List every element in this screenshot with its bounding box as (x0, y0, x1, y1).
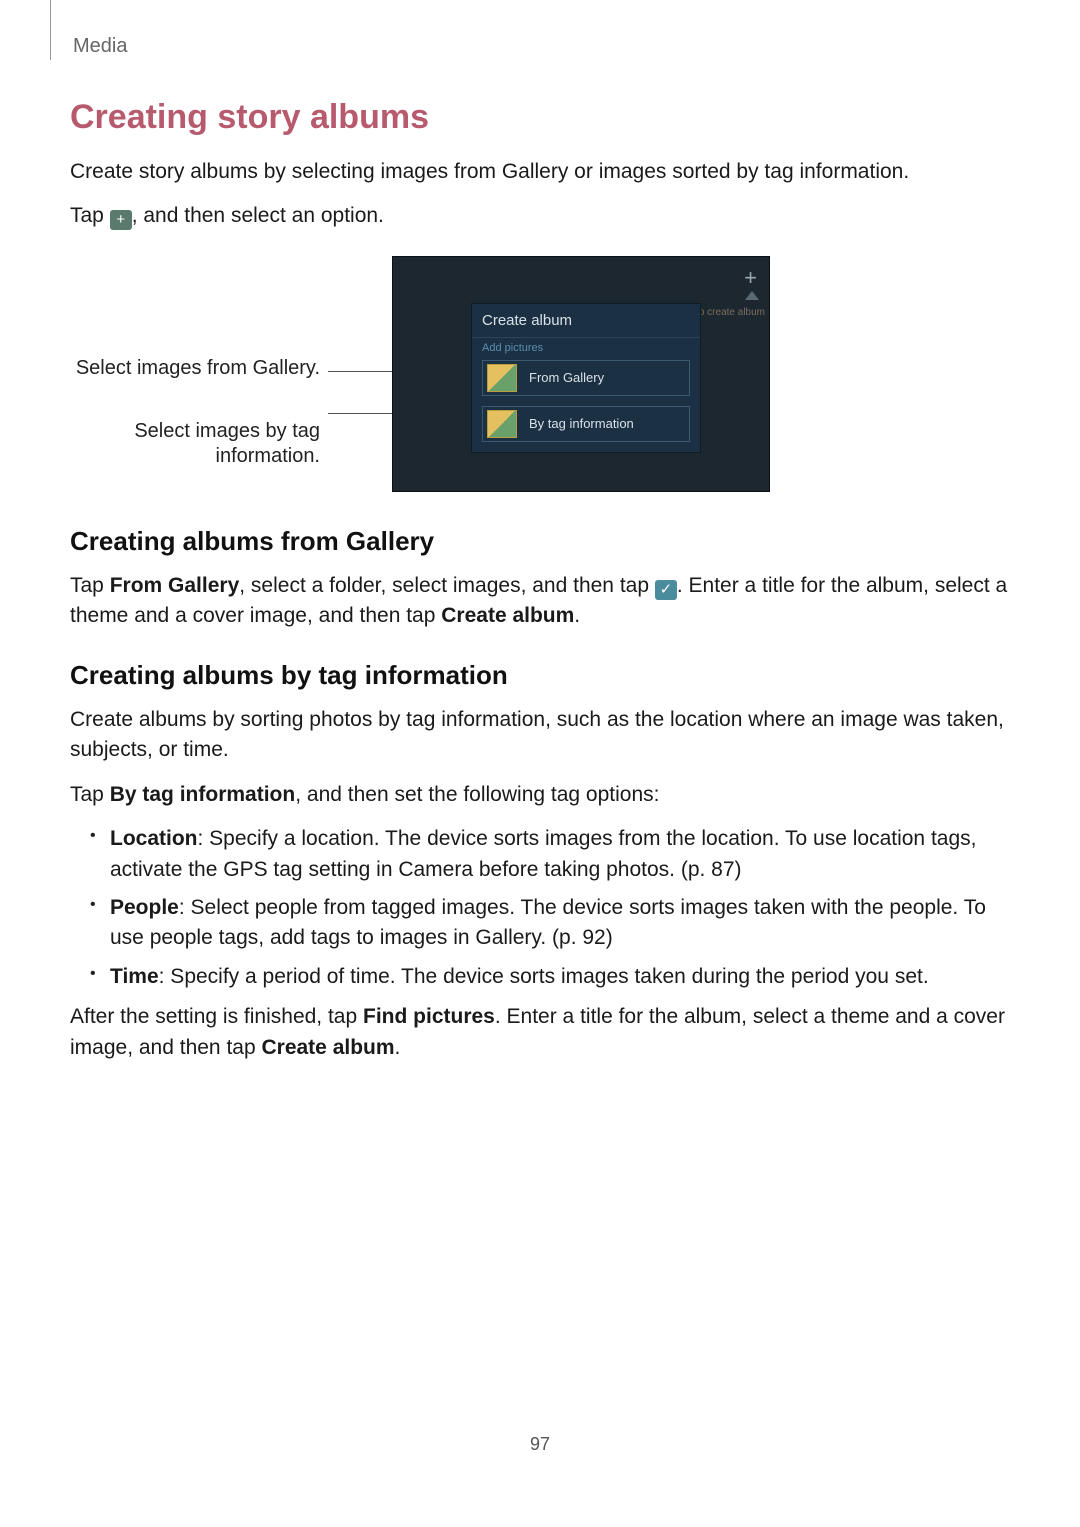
margin-rule (50, 0, 51, 60)
tag-after-paragraph: After the setting is finished, tap Find … (70, 1002, 1010, 1063)
check-icon: ✓ (655, 580, 677, 600)
create-album-bold: Create album (441, 604, 574, 627)
option-by-tag[interactable]: By tag information (482, 406, 690, 442)
figure-callouts: Select images from Gallery. Select image… (70, 256, 320, 469)
tap-pre: Tap (70, 204, 110, 227)
mock-arrow-icon (745, 291, 759, 300)
intro-paragraph: Create story albums by selecting images … (70, 157, 1010, 187)
list-item: Location: Specify a location. The device… (110, 824, 1010, 885)
gallery-thumb-icon (487, 364, 517, 392)
t: . (395, 1036, 401, 1059)
page-number: 97 (0, 1434, 1080, 1455)
create-album-dialog: Create album Add pictures From Gallery B… (471, 303, 701, 453)
tag-paragraph-2: Tap By tag information, and then set the… (70, 780, 1010, 810)
by-tag-bold: By tag information (110, 783, 296, 806)
t: . (574, 604, 580, 627)
option-gallery-label: From Gallery (529, 370, 604, 385)
gallery-paragraph: Tap From Gallery, select a folder, selec… (70, 571, 1010, 632)
item-bold: Location (110, 827, 198, 850)
list-item: Time: Specify a period of time. The devi… (110, 962, 1010, 992)
create-album-bold: Create album (261, 1036, 394, 1059)
tap-post: , and then select an option. (132, 204, 384, 227)
t: After the setting is finished, tap (70, 1005, 363, 1028)
section-header: Media (73, 35, 1010, 58)
item-text: : Specify a period of time. The device s… (159, 965, 929, 988)
t: Tap (70, 574, 110, 597)
plus-icon: + (110, 210, 132, 230)
leader-line-1 (328, 371, 402, 372)
heading-gallery: Creating albums from Gallery (70, 526, 1010, 557)
t: , and then set the following tag options… (295, 783, 659, 806)
item-bold: People (110, 896, 179, 919)
dialog-title: Create album (472, 304, 700, 338)
item-text: : Specify a location. The device sorts i… (110, 827, 976, 880)
option-from-gallery[interactable]: From Gallery (482, 360, 690, 396)
item-text: : Select people from tagged images. The … (110, 896, 986, 949)
option-tag-label: By tag information (529, 416, 634, 431)
tap-instruction: Tap +, and then select an option. (70, 201, 1010, 231)
tag-options-list: Location: Specify a location. The device… (70, 824, 1010, 992)
leader-line-2 (328, 413, 402, 414)
screenshot-mock: + o create album Create album Add pictur… (392, 256, 770, 492)
t: Tap (70, 783, 110, 806)
page-title: Creating story albums (70, 98, 1010, 137)
heading-tag: Creating albums by tag information (70, 660, 1010, 691)
callout-gallery: Select images from Gallery. (70, 356, 320, 381)
callout-tag: Select images by tag information. (70, 419, 320, 469)
dialog-subtitle: Add pictures (472, 338, 700, 360)
mock-plus-icon: + (744, 265, 757, 291)
t: , select a folder, select images, and th… (239, 574, 655, 597)
item-bold: Time (110, 965, 159, 988)
list-item: People: Select people from tagged images… (110, 893, 1010, 954)
mock-hint-text: o create album (699, 307, 765, 318)
tag-paragraph-1: Create albums by sorting photos by tag i… (70, 705, 1010, 766)
from-gallery-bold: From Gallery (110, 574, 240, 597)
figure: Select images from Gallery. Select image… (70, 256, 1010, 492)
find-pictures-bold: Find pictures (363, 1005, 495, 1028)
tag-thumb-icon (487, 410, 517, 438)
